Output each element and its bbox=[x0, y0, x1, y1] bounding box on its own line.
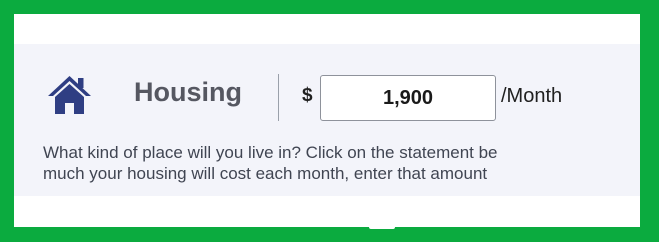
home-icon bbox=[48, 76, 91, 114]
monthly-amount-input[interactable] bbox=[320, 75, 496, 121]
highlight-frame: Housing $ /Month What kind of place will… bbox=[0, 0, 659, 242]
housing-panel: Housing $ /Month What kind of place will… bbox=[14, 44, 640, 227]
frame-gap bbox=[369, 223, 395, 229]
title-divider bbox=[278, 74, 279, 121]
currency-symbol: $ bbox=[302, 85, 313, 106]
section-title: Housing bbox=[134, 77, 242, 107]
per-month-label: /Month bbox=[501, 85, 563, 107]
instructions-line-1: What kind of place will you live in? Cli… bbox=[43, 143, 498, 162]
panel-footer-area bbox=[14, 196, 640, 227]
instructions-line-2: much your housing will cost each month, … bbox=[43, 164, 488, 183]
instructions-text: What kind of place will you live in? Cli… bbox=[43, 142, 640, 184]
